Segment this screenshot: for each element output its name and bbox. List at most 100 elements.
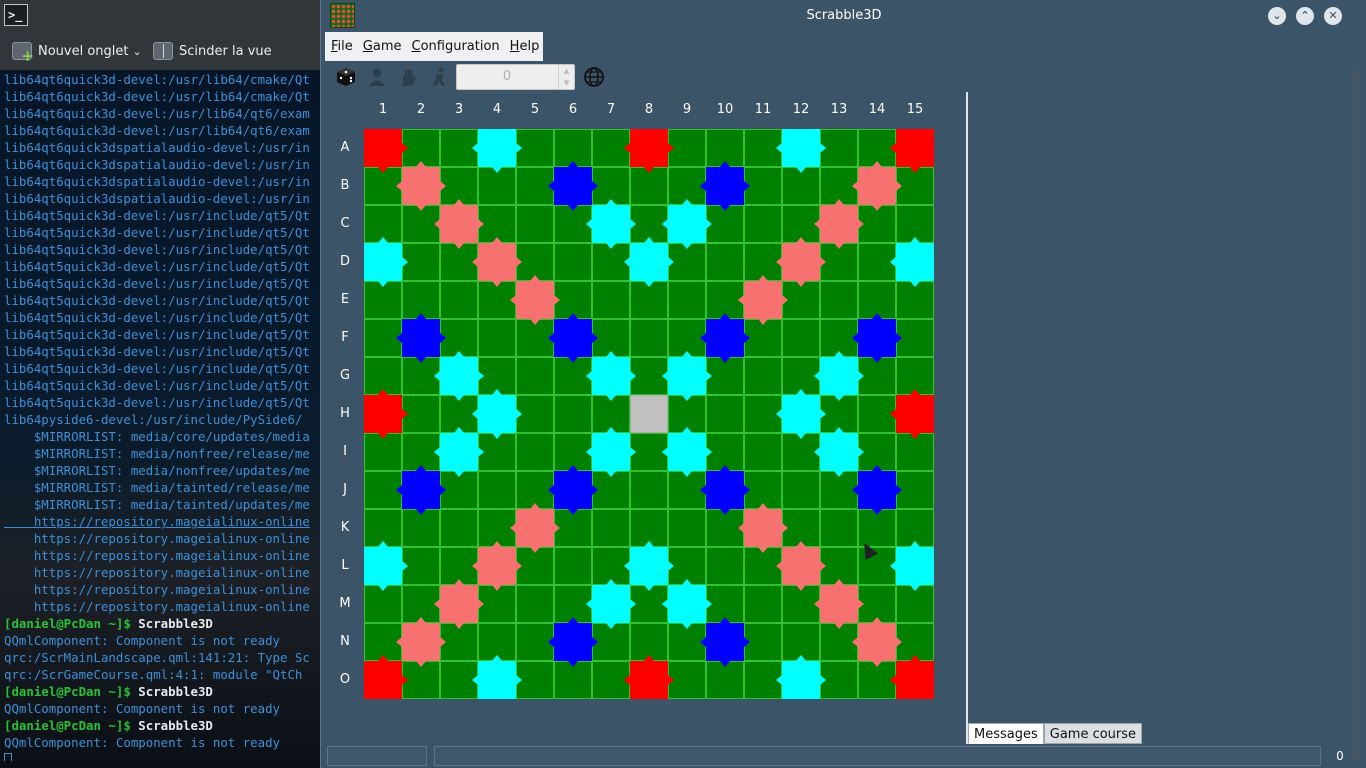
board-square[interactable] (554, 243, 592, 281)
close-button[interactable]: ✕ (1324, 7, 1342, 25)
double-word-square[interactable] (516, 281, 554, 319)
double-word-square[interactable] (478, 547, 516, 585)
double-letter-square[interactable] (782, 395, 820, 433)
board-square[interactable] (782, 471, 820, 509)
menu-game[interactable]: Game (363, 39, 402, 54)
board-square[interactable] (554, 395, 592, 433)
double-letter-square[interactable] (820, 357, 858, 395)
board-square[interactable] (516, 433, 554, 471)
menu-configuration[interactable]: Configuration (412, 39, 500, 54)
triple-letter-square[interactable] (554, 623, 592, 661)
triple-letter-square[interactable] (706, 167, 744, 205)
triple-word-square[interactable] (364, 395, 402, 433)
board-square[interactable] (630, 471, 668, 509)
computer-player-icon[interactable] (428, 66, 450, 88)
double-letter-square[interactable] (668, 433, 706, 471)
double-letter-square[interactable] (896, 547, 934, 585)
menu-help[interactable]: Help (510, 39, 540, 54)
menu-file[interactable]: File (331, 39, 353, 54)
board-square[interactable] (782, 319, 820, 357)
chevron-down-icon[interactable]: ⌄ (133, 45, 142, 58)
triple-word-square[interactable] (630, 129, 668, 167)
double-word-square[interactable] (858, 167, 896, 205)
scrabble-board[interactable] (364, 129, 934, 699)
board-square[interactable] (744, 585, 782, 623)
double-letter-square[interactable] (478, 129, 516, 167)
board-square[interactable] (706, 395, 744, 433)
board-square[interactable] (820, 281, 858, 319)
board-square[interactable] (516, 205, 554, 243)
double-word-square[interactable] (478, 243, 516, 281)
double-word-square[interactable] (440, 585, 478, 623)
double-letter-square[interactable] (364, 547, 402, 585)
triple-letter-square[interactable] (706, 623, 744, 661)
split-view-button[interactable]: Scinder la vue (153, 40, 272, 62)
double-letter-square[interactable] (440, 357, 478, 395)
double-letter-square[interactable] (592, 585, 630, 623)
double-word-square[interactable] (820, 585, 858, 623)
triple-letter-square[interactable] (554, 471, 592, 509)
board-square[interactable] (516, 357, 554, 395)
tab-game-course[interactable]: Game course (1043, 723, 1143, 744)
double-word-square[interactable] (516, 509, 554, 547)
new-tab-button[interactable]: Nouvel onglet ⌄ (12, 40, 142, 65)
board-square[interactable] (592, 281, 630, 319)
double-letter-square[interactable] (630, 243, 668, 281)
desktop-scrollbar[interactable] (1352, 70, 1360, 760)
spinbox-arrows[interactable]: ▲ ▼ (558, 65, 574, 89)
double-letter-square[interactable] (668, 205, 706, 243)
triple-word-square[interactable] (364, 661, 402, 699)
double-word-square[interactable] (744, 281, 782, 319)
double-word-square[interactable] (858, 623, 896, 661)
double-letter-square[interactable] (668, 585, 706, 623)
double-letter-square[interactable] (820, 433, 858, 471)
double-letter-square[interactable] (440, 433, 478, 471)
double-letter-square[interactable] (478, 395, 516, 433)
board-square[interactable] (554, 547, 592, 585)
double-letter-square[interactable] (592, 433, 630, 471)
double-word-square[interactable] (440, 205, 478, 243)
move-spinbox[interactable]: 0 ▲ ▼ (456, 64, 575, 90)
tab-messages[interactable]: Messages (968, 723, 1044, 744)
board-square[interactable] (744, 205, 782, 243)
player-icon[interactable] (366, 66, 388, 88)
triple-word-square[interactable] (896, 129, 934, 167)
triple-letter-square[interactable] (706, 471, 744, 509)
triple-word-square[interactable] (896, 661, 934, 699)
board-square[interactable] (744, 357, 782, 395)
minimize-button[interactable]: ⌄ (1268, 7, 1286, 25)
terminal-output[interactable]: lib64qt6quick3d-devel:/usr/lib64/cmake/Q… (4, 71, 320, 761)
board-square[interactable] (440, 281, 478, 319)
board-square[interactable] (706, 243, 744, 281)
triple-letter-square[interactable] (402, 471, 440, 509)
board-square[interactable] (478, 471, 516, 509)
messages-panel[interactable] (968, 92, 1358, 722)
double-word-square[interactable] (744, 509, 782, 547)
board-square[interactable] (592, 509, 630, 547)
double-letter-square[interactable] (782, 129, 820, 167)
double-letter-square[interactable] (478, 661, 516, 699)
triple-word-square[interactable] (364, 129, 402, 167)
title-bar[interactable]: Scrabble3D ⌄ ⌃ ✕ (321, 0, 1366, 32)
double-letter-square[interactable] (630, 547, 668, 585)
dice-icon[interactable] (335, 66, 357, 88)
double-word-square[interactable] (782, 547, 820, 585)
globe-icon[interactable] (583, 66, 605, 88)
double-word-square[interactable] (402, 167, 440, 205)
board-square[interactable] (820, 509, 858, 547)
board-square[interactable] (630, 319, 668, 357)
double-letter-square[interactable] (592, 205, 630, 243)
double-letter-square[interactable] (896, 243, 934, 281)
terminal-icon[interactable]: >_ (4, 4, 28, 26)
board-square[interactable] (668, 509, 706, 547)
double-letter-square[interactable] (364, 243, 402, 281)
board-square[interactable] (478, 319, 516, 357)
double-letter-square[interactable] (668, 357, 706, 395)
board-square[interactable] (744, 433, 782, 471)
double-word-square[interactable] (402, 623, 440, 661)
triple-letter-square[interactable] (402, 319, 440, 357)
board-square[interactable] (516, 585, 554, 623)
triple-letter-square[interactable] (706, 319, 744, 357)
double-letter-square[interactable] (782, 661, 820, 699)
board-square[interactable] (668, 281, 706, 319)
